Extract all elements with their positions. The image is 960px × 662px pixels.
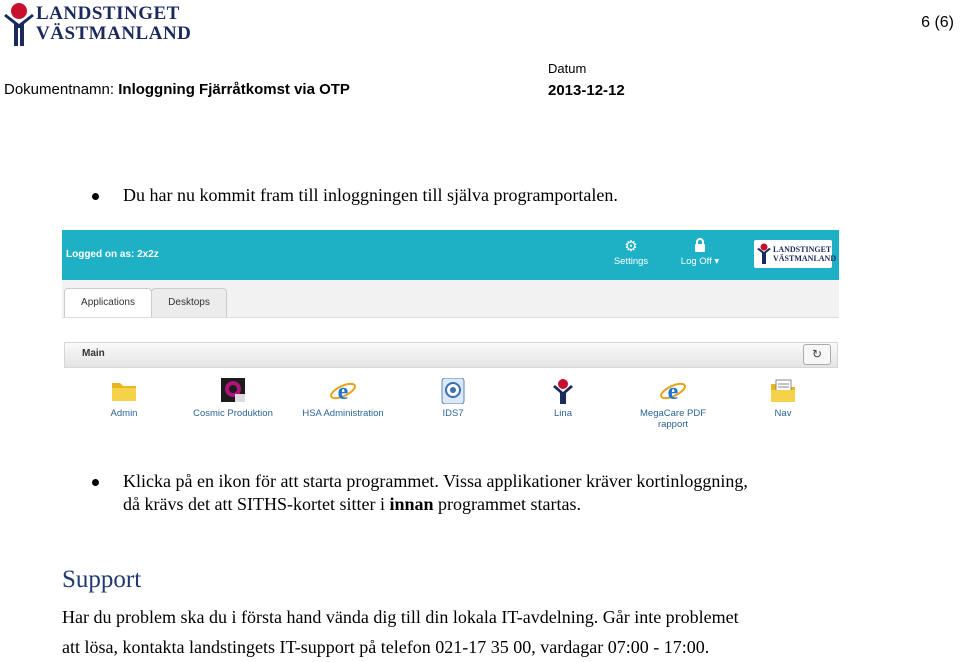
bold-text: innan bbox=[389, 494, 434, 514]
app-label: IDS7 bbox=[442, 408, 464, 419]
logged-on-text: Logged on as: 2x2z bbox=[66, 249, 159, 260]
text-segment: då krävs det att SITHS-kortet sitter i bbox=[123, 494, 390, 514]
app-nav[interactable]: Nav bbox=[733, 378, 833, 419]
section-title: Main bbox=[82, 348, 105, 359]
lock-icon bbox=[676, 238, 724, 256]
bullet-dot bbox=[92, 193, 99, 200]
text-segment: programmet startas. bbox=[433, 494, 581, 514]
bullet-dot bbox=[92, 479, 99, 486]
cosmic-icon bbox=[221, 378, 245, 402]
support-heading: Support bbox=[62, 566, 142, 593]
document-name-label: Dokumentnamn: bbox=[4, 81, 115, 98]
document-name-value: Inloggning Fjärråtkomst via OTP bbox=[118, 81, 350, 98]
document-name: Dokumentnamn: Inloggning Fjärråtkomst vi… bbox=[4, 81, 350, 98]
logoff-label: Log Off bbox=[680, 256, 712, 267]
page-number: 6 (6) bbox=[921, 14, 954, 31]
app-label: MegaCare PDF bbox=[640, 408, 706, 419]
tab-row: Applications Desktops bbox=[62, 280, 839, 318]
logo-line1: LANDSTINGET bbox=[36, 3, 180, 24]
documents-folder-icon bbox=[771, 379, 795, 402]
app-label: Admin bbox=[110, 408, 138, 419]
settings-label: Settings bbox=[613, 256, 649, 267]
bullet-text-1: Du har nu kommit fram till inloggningen … bbox=[123, 185, 618, 205]
logo-figure-icon bbox=[4, 3, 34, 46]
landsting-icon bbox=[553, 379, 573, 404]
svg-text:e: e bbox=[668, 379, 679, 404]
app-admin[interactable]: Admin bbox=[74, 378, 174, 419]
caret-down-icon: ▾ bbox=[714, 256, 720, 267]
logoff-button[interactable]: Log Off ▾ bbox=[676, 238, 724, 267]
date-label: Datum bbox=[548, 61, 587, 76]
svg-text:e: e bbox=[338, 379, 349, 404]
logo-line2: VÄSTMANLAND bbox=[36, 23, 192, 44]
folder-icon bbox=[112, 383, 136, 401]
app-label: Lina bbox=[554, 408, 572, 419]
support-text: Har du problem ska du i första hand vänd… bbox=[62, 602, 739, 662]
app-hsa-administration[interactable]: e HSA Administration bbox=[293, 378, 393, 419]
tab-applications[interactable]: Applications bbox=[64, 288, 152, 317]
app-lina[interactable]: Lina bbox=[513, 378, 613, 419]
portal-screenshot: Logged on as: 2x2z ⚙ Settings Log Off ▾ … bbox=[62, 230, 839, 445]
main-section-bar: Main ↻ bbox=[64, 342, 838, 368]
landstinget-logo: LANDSTINGET VÄSTMANLAND bbox=[0, 0, 191, 52]
app-ids7[interactable]: IDS7 bbox=[403, 378, 503, 419]
settings-button[interactable]: ⚙ Settings bbox=[610, 238, 652, 267]
bullet-text-2-line2: då krävs det att SITHS-kortet sitter i i… bbox=[123, 493, 748, 516]
refresh-icon: ↻ bbox=[811, 347, 823, 361]
support-line-2: att lösa, kontakta landstingets IT-suppo… bbox=[62, 637, 710, 657]
app-label: HSA Administration bbox=[302, 408, 384, 419]
app-label-line2: rapport bbox=[657, 419, 689, 430]
portal-topbar: Logged on as: 2x2z ⚙ Settings Log Off ▾ … bbox=[62, 230, 839, 280]
ids7-icon bbox=[441, 378, 465, 404]
bullet-text-2: Klicka på en ikon för att starta program… bbox=[123, 470, 748, 516]
refresh-button[interactable]: ↻ bbox=[803, 344, 831, 365]
ie-icon: e bbox=[330, 379, 356, 404]
app-megacare-pdf[interactable]: e MegaCare PDF rapport bbox=[623, 378, 723, 430]
logo-figure-icon bbox=[757, 243, 771, 264]
ie-icon: e bbox=[660, 379, 686, 404]
support-line-1: Har du problem ska du i första hand vänd… bbox=[62, 607, 739, 627]
bullet-text-2-line1: Klicka på en ikon för att starta program… bbox=[123, 471, 748, 491]
date-value: 2013-12-12 bbox=[548, 82, 625, 99]
portal-logo-line2: VÄSTMANLAND bbox=[773, 254, 837, 263]
gear-icon: ⚙ bbox=[624, 238, 638, 255]
portal-logo-line1: LANDSTINGET bbox=[773, 245, 832, 254]
app-label: Cosmic Produktion bbox=[193, 408, 273, 419]
tab-desktops[interactable]: Desktops bbox=[151, 288, 227, 317]
app-label: Nav bbox=[774, 408, 792, 419]
portal-logo: LANDSTINGET VÄSTMANLAND bbox=[754, 240, 836, 268]
app-cosmic-produktion[interactable]: Cosmic Produktion bbox=[183, 378, 283, 419]
